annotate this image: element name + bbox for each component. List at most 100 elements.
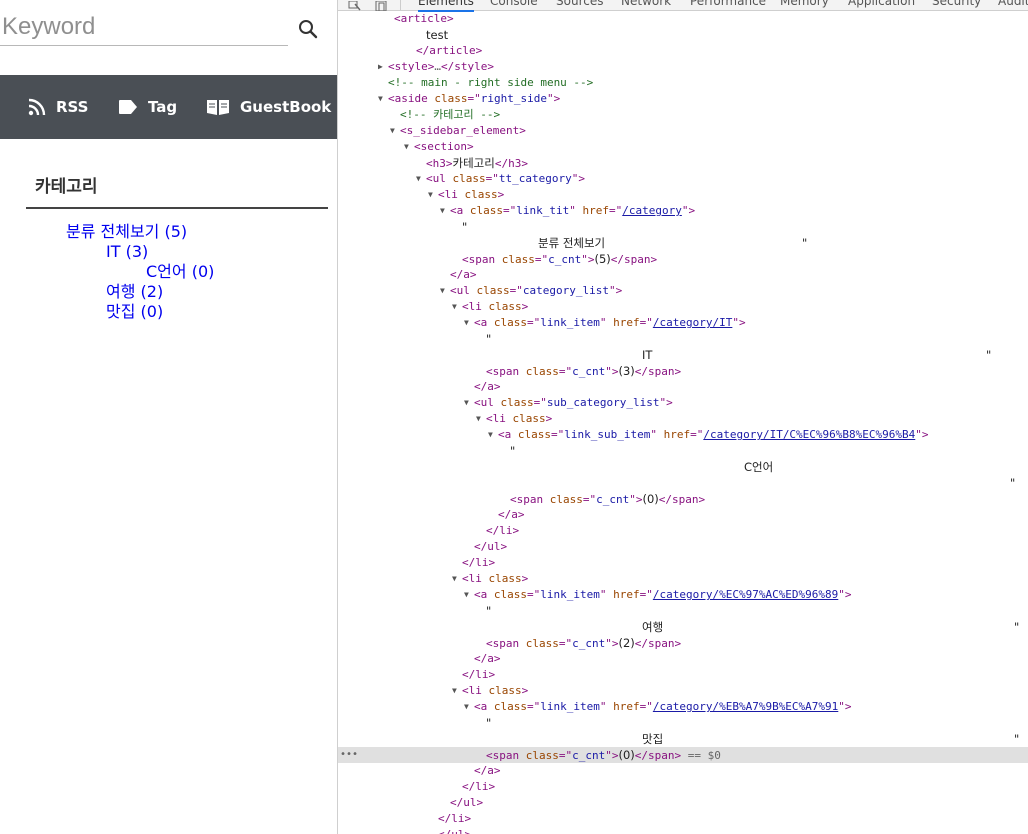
expand-triangle-icon[interactable]: ▼ xyxy=(440,203,448,219)
collapse-triangle-icon[interactable]: ▶ xyxy=(378,59,386,75)
dom-node-line[interactable]: " xyxy=(338,603,1028,619)
expand-triangle-icon[interactable]: ▼ xyxy=(464,315,472,331)
tab-performance[interactable]: Performance xyxy=(690,0,766,8)
dom-node-line[interactable]: </a> xyxy=(338,763,1028,779)
tab-network[interactable]: Network xyxy=(621,0,671,8)
dom-node-line[interactable]: " xyxy=(338,219,1028,235)
dom-node-line[interactable]: </li> xyxy=(338,811,1028,827)
dom-node-line[interactable]: 여행 " xyxy=(338,619,1028,635)
dom-node-line[interactable]: " xyxy=(338,443,1028,459)
dom-node-line[interactable]: <article> xyxy=(338,11,1028,27)
expand-triangle-icon[interactable]: ▼ xyxy=(452,683,460,699)
dom-node-line[interactable]: </article> xyxy=(338,43,1028,59)
tag-menu-link[interactable]: Tag xyxy=(118,75,177,139)
expand-triangle-icon[interactable]: ▼ xyxy=(378,91,386,107)
dom-node-line[interactable]: </a> xyxy=(338,507,1028,523)
href-link[interactable]: /category/%EC%97%AC%ED%96%89 xyxy=(653,588,838,601)
expand-triangle-icon[interactable]: ▼ xyxy=(488,427,496,443)
expand-triangle-icon[interactable]: ▼ xyxy=(440,283,448,299)
inspect-element-icon[interactable] xyxy=(348,0,362,11)
expand-triangle-icon[interactable]: ▼ xyxy=(452,299,460,315)
dom-node-line[interactable]: ▼ <ul class="category_list"> xyxy=(338,283,1028,299)
dom-node-line[interactable]: ▼ <aside class="right_side"> xyxy=(338,91,1028,107)
dom-node-line[interactable]: ▼ <a class="link_item" href="/category/%E… xyxy=(338,587,1028,603)
expand-triangle-icon[interactable]: ▼ xyxy=(404,139,412,155)
dom-node-line[interactable]: ▼ <s_sidebar_element> xyxy=(338,123,1028,139)
search-input[interactable] xyxy=(0,8,288,46)
dom-node-line[interactable]: ••• <span class="c_cnt">(0)</span> == $0 xyxy=(338,747,1028,763)
href-link[interactable]: /category xyxy=(622,204,682,217)
dom-node-line[interactable]: " xyxy=(338,331,1028,347)
dom-node-line[interactable]: ▼ <a class="link_item" href="/category/%E… xyxy=(338,699,1028,715)
dom-token: <span xyxy=(486,749,526,762)
category-it-link[interactable]: IT (3) xyxy=(106,242,148,262)
dom-node-line[interactable]: ▼ <ul class="tt_category"> xyxy=(338,171,1028,187)
dom-node-line[interactable]: C언어 xyxy=(338,459,1028,475)
guestbook-menu-link[interactable]: GuestBook xyxy=(206,75,331,139)
dom-node-line[interactable]: ▼ <a class="link_tit" href="/category"> xyxy=(338,203,1028,219)
tab-sources[interactable]: Sources xyxy=(556,0,603,8)
expand-triangle-icon[interactable]: ▼ xyxy=(464,587,472,603)
node-actions-icon[interactable]: ••• xyxy=(340,747,358,763)
dom-node-line[interactable]: <span class="c_cnt">(0)</span> xyxy=(338,491,1028,507)
expand-triangle-icon[interactable]: ▼ xyxy=(464,395,472,411)
dom-node-line[interactable]: <!-- main - right side menu --> xyxy=(338,75,1028,91)
dom-node-line[interactable]: " xyxy=(338,475,1028,491)
dom-node-line[interactable]: <span class="c_cnt">(5)</span> xyxy=(338,251,1028,267)
dom-node-content: </li> xyxy=(486,523,519,539)
dom-node-line[interactable]: </a> xyxy=(338,651,1028,667)
dom-node-line[interactable]: 분류 전체보기 " xyxy=(338,235,1028,251)
dom-node-line[interactable]: </a> xyxy=(338,379,1028,395)
dom-node-line[interactable]: </li> xyxy=(338,555,1028,571)
dom-node-line[interactable]: <h3>카테고리</h3> xyxy=(338,155,1028,171)
dom-node-line[interactable]: test xyxy=(338,27,1028,43)
tab-application[interactable]: Application xyxy=(848,0,915,8)
dom-token: </li> xyxy=(462,780,496,793)
category-travel-link[interactable]: 여행 (2) xyxy=(106,282,163,302)
expand-triangle-icon[interactable]: ▼ xyxy=(452,571,460,587)
tab-audits[interactable]: Audits xyxy=(998,0,1028,8)
dom-node-line[interactable]: ▼ <li class> xyxy=(338,683,1028,699)
dom-node-line[interactable]: </li> xyxy=(338,523,1028,539)
expand-triangle-icon[interactable]: ▼ xyxy=(428,187,436,203)
category-food-link[interactable]: 맛집 (0) xyxy=(106,302,163,322)
dom-node-line[interactable]: ▼ <a class="link_sub_item" href="/categor… xyxy=(338,427,1028,443)
rss-menu-link[interactable]: RSS xyxy=(28,75,88,139)
category-all-link[interactable]: 분류 전체보기 (5) xyxy=(66,222,187,242)
dom-node-line[interactable]: ▼ <li class> xyxy=(338,299,1028,315)
href-link[interactable]: /category/IT/C%EC%96%B8%EC%96%B4 xyxy=(703,428,915,441)
dom-node-line[interactable]: IT " xyxy=(338,347,1028,363)
expand-triangle-icon[interactable]: ▼ xyxy=(476,411,484,427)
dom-node-line[interactable]: ▼ <li class> xyxy=(338,411,1028,427)
expand-triangle-icon[interactable]: ▼ xyxy=(390,123,398,139)
tab-security[interactable]: Security xyxy=(932,0,981,8)
dom-node-line[interactable]: ▼ <li class> xyxy=(338,571,1028,587)
dom-node-line[interactable]: </li> xyxy=(338,667,1028,683)
category-c-language-link[interactable]: C언어 (0) xyxy=(146,262,214,282)
dom-node-line[interactable]: </ul> xyxy=(338,827,1028,834)
dom-node-line[interactable]: ▼ <section> xyxy=(338,139,1028,155)
dom-node-line[interactable]: " xyxy=(338,715,1028,731)
dom-node-line[interactable]: ▼ <a class="link_item" href="/category/IT… xyxy=(338,315,1028,331)
dom-node-line[interactable]: <!-- 카테고리 --> xyxy=(338,107,1028,123)
dom-node-line[interactable]: </li> xyxy=(338,779,1028,795)
search-icon[interactable] xyxy=(296,17,320,41)
dom-node-line[interactable]: 맛집 " xyxy=(338,731,1028,747)
dom-node-content: </li> xyxy=(462,555,495,571)
tab-memory[interactable]: Memory xyxy=(780,0,829,8)
dom-node-line[interactable]: ▼ <li class> xyxy=(338,187,1028,203)
href-link[interactable]: /category/%EB%A7%9B%EC%A7%91 xyxy=(653,700,838,713)
dom-node-line[interactable]: ▶ <style>…</style> xyxy=(338,59,1028,75)
dom-node-line[interactable]: ▼ <ul class="sub_category_list"> xyxy=(338,395,1028,411)
dom-node-line[interactable]: </ul> xyxy=(338,539,1028,555)
expand-triangle-icon[interactable]: ▼ xyxy=(464,699,472,715)
dom-node-line[interactable]: </ul> xyxy=(338,795,1028,811)
dom-node-line[interactable]: </a> xyxy=(338,267,1028,283)
dom-node-line[interactable]: <span class="c_cnt">(2)</span> xyxy=(338,635,1028,651)
dom-node-line[interactable]: <span class="c_cnt">(3)</span> xyxy=(338,363,1028,379)
device-toggle-icon[interactable] xyxy=(374,0,388,12)
dom-node-content: </li> xyxy=(438,811,471,827)
expand-triangle-icon[interactable]: ▼ xyxy=(416,171,424,187)
href-link[interactable]: /category/IT xyxy=(653,316,732,329)
tab-console[interactable]: Console xyxy=(490,0,538,8)
